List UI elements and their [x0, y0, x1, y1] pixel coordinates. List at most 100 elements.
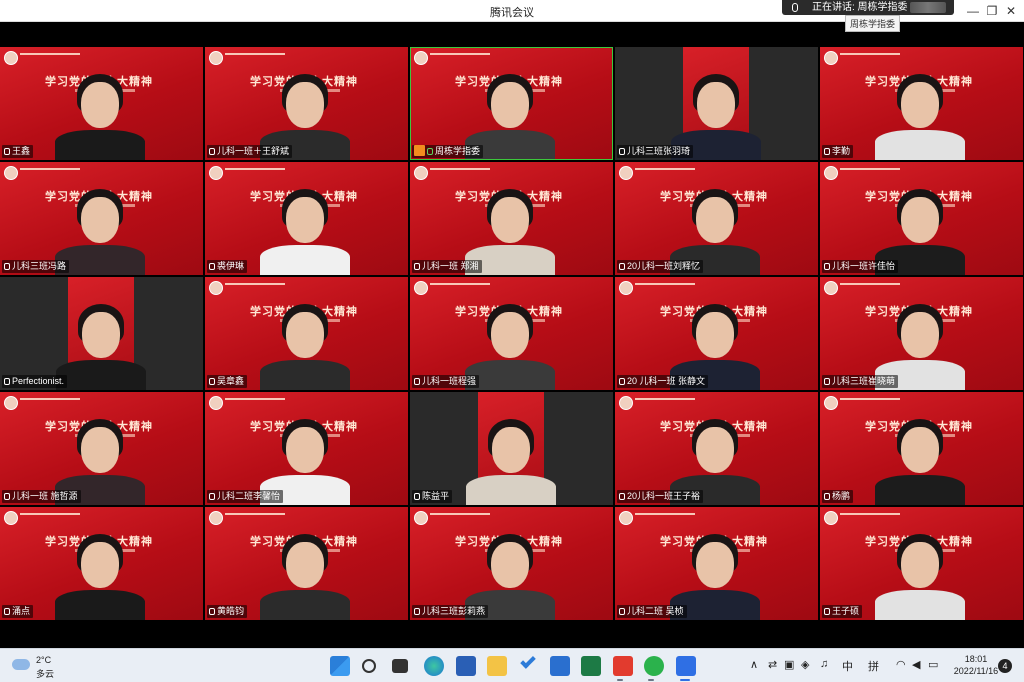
participant-tile[interactable]: 学习党的二十大精神儿科三班崔晓萌: [820, 277, 1023, 390]
sync-icon[interactable]: ⇄: [768, 658, 777, 671]
participant-face: [81, 82, 119, 128]
participant-nameplate: 黄皓钧: [207, 605, 248, 618]
participant-name: 儿科三班崔晓萌: [832, 376, 896, 386]
participant-face: [696, 542, 734, 588]
participant-nameplate: Perfectionist.: [2, 375, 68, 388]
microphone-icon: [792, 3, 798, 12]
tencent-meeting-icon[interactable]: [676, 656, 696, 676]
microphone-icon: [209, 378, 215, 385]
clock-time: 18:01: [964, 654, 988, 664]
search-icon[interactable]: [362, 659, 376, 673]
participant-tile[interactable]: 学习党的二十大精神20儿科一班刘释忆: [615, 162, 818, 275]
ime-mode[interactable]: 中: [842, 658, 853, 674]
participant-face: [491, 542, 529, 588]
participant-face: [286, 82, 324, 128]
logo-wordmark: [635, 398, 695, 404]
university-logo-icon: [209, 166, 223, 180]
participant-name: 儿科三班冯路: [12, 261, 67, 271]
word-icon[interactable]: [456, 656, 476, 676]
participant-tile[interactable]: 学习党的二十大精神周栋学指委: [410, 47, 613, 160]
participant-tile[interactable]: 学习党的二十大精神吴章鑫: [205, 277, 408, 390]
microphone-icon[interactable]: ♫: [820, 658, 828, 670]
participant-tile[interactable]: 学习党的二十大精神黄皓钧: [205, 507, 408, 620]
participant-tile[interactable]: Perfectionist.: [0, 277, 203, 390]
participant-video: [875, 520, 965, 620]
participant-tile[interactable]: 学习党的二十大精神儿科二班 吴桢: [615, 507, 818, 620]
participant-tile[interactable]: 学习党的二十大精神儿科一班许佳怡: [820, 162, 1023, 275]
wifi-icon[interactable]: ◠: [896, 658, 906, 671]
participant-tile[interactable]: 学习党的二十大精神儿科一班 郑湘: [410, 162, 613, 275]
microphone-icon: [4, 263, 10, 270]
participant-tile[interactable]: 学习党的二十大精神20 儿科一班 张静文: [615, 277, 818, 390]
participant-tile[interactable]: 学习党的二十大精神儿科一班＋王舒斌: [205, 47, 408, 160]
participant-face: [491, 82, 529, 128]
participant-tile[interactable]: 学习党的二十大精神王子硕: [820, 507, 1023, 620]
participant-tile[interactable]: 学习党的二十大精神儿科三班冯路: [0, 162, 203, 275]
participant-tile[interactable]: 学习党的二十大精神儿科一班程强: [410, 277, 613, 390]
university-logo-icon: [619, 166, 633, 180]
wps-icon[interactable]: [613, 656, 633, 676]
participant-face: [286, 427, 324, 473]
participant-tile[interactable]: 学习党的二十大精神李勤: [820, 47, 1023, 160]
participant-body: [875, 590, 965, 620]
university-logo-icon: [414, 511, 428, 525]
participant-name: Perfectionist.: [12, 376, 65, 386]
participant-nameplate: 儿科一班＋王舒斌: [207, 145, 293, 158]
system-clock[interactable]: 18:01 2022/11/16: [952, 653, 1000, 677]
start-icon[interactable]: [330, 656, 350, 676]
file-explorer-icon[interactable]: [487, 656, 507, 676]
logo-wordmark: [840, 398, 900, 404]
shield-icon[interactable]: ◈: [801, 658, 809, 671]
participant-name: 20儿科一班刘释忆: [627, 261, 701, 271]
weather-temp: 2°C: [36, 655, 52, 665]
mail-icon[interactable]: [550, 656, 570, 676]
university-logo-icon: [4, 51, 18, 65]
todo-icon[interactable]: [520, 653, 536, 669]
microphone-icon: [414, 608, 420, 615]
logo-wordmark: [840, 283, 900, 289]
participant-tile[interactable]: 儿科三班张羽琦: [615, 47, 818, 160]
participant-name: 儿科二班 吴桢: [627, 606, 684, 616]
participant-face: [696, 197, 734, 243]
participant-face: [696, 427, 734, 473]
speaker-tooltip: 周栋学指委: [845, 15, 901, 32]
participant-tile[interactable]: 陈益平: [410, 392, 613, 505]
participant-tile[interactable]: 学习党的二十大精神裘伊琳: [205, 162, 408, 275]
logo-wordmark: [840, 513, 900, 519]
participant-nameplate: 20儿科一班刘释忆: [617, 260, 704, 273]
participant-face: [82, 312, 120, 358]
participant-tile[interactable]: 学习党的二十大精神杨鹏: [820, 392, 1023, 505]
excel-icon[interactable]: [581, 656, 601, 676]
participant-nameplate: 20 儿科一班 张静文: [617, 375, 709, 388]
participant-nameplate: 杨鹏: [822, 490, 854, 503]
battery-icon[interactable]: ▭: [928, 658, 938, 671]
participant-tile[interactable]: 学习党的二十大精神王鑫: [0, 47, 203, 160]
chevron-up-icon[interactable]: ∧: [750, 658, 758, 671]
wechat-icon[interactable]: [644, 656, 664, 676]
participant-tile[interactable]: 学习党的二十大精神涌点: [0, 507, 203, 620]
microphone-icon: [414, 263, 420, 270]
participant-nameplate: 裘伊琳: [207, 260, 248, 273]
participant-tile[interactable]: 学习党的二十大精神儿科三班彭莉燕: [410, 507, 613, 620]
edge-icon[interactable]: [424, 656, 444, 676]
participant-tile[interactable]: 学习党的二十大精神20儿科一班王子裕: [615, 392, 818, 505]
participant-tile[interactable]: 学习党的二十大精神儿科一班 施哲源: [0, 392, 203, 505]
task-view-icon[interactable]: [392, 659, 408, 673]
volume-icon[interactable]: ◀: [912, 658, 920, 671]
close-button[interactable]: ✕: [998, 2, 1024, 20]
participant-body: [875, 475, 965, 505]
participant-nameplate: 儿科三班崔晓萌: [822, 375, 899, 388]
microphone-icon: [619, 608, 625, 615]
network-tool-icon[interactable]: ▣: [784, 658, 794, 671]
notification-badge[interactable]: 4: [998, 659, 1012, 673]
microphone-icon: [824, 608, 830, 615]
ime-layout[interactable]: 拼: [868, 658, 879, 674]
participant-face: [901, 82, 939, 128]
logo-wordmark: [430, 53, 490, 59]
participant-tile[interactable]: 学习党的二十大精神儿科二班李馨怡: [205, 392, 408, 505]
university-logo-icon: [619, 511, 633, 525]
participant-face: [901, 312, 939, 358]
participant-video: [260, 175, 350, 275]
participant-video: [260, 520, 350, 620]
speaking-indicator[interactable]: 正在讲话: 周栋学指委: [782, 0, 954, 15]
